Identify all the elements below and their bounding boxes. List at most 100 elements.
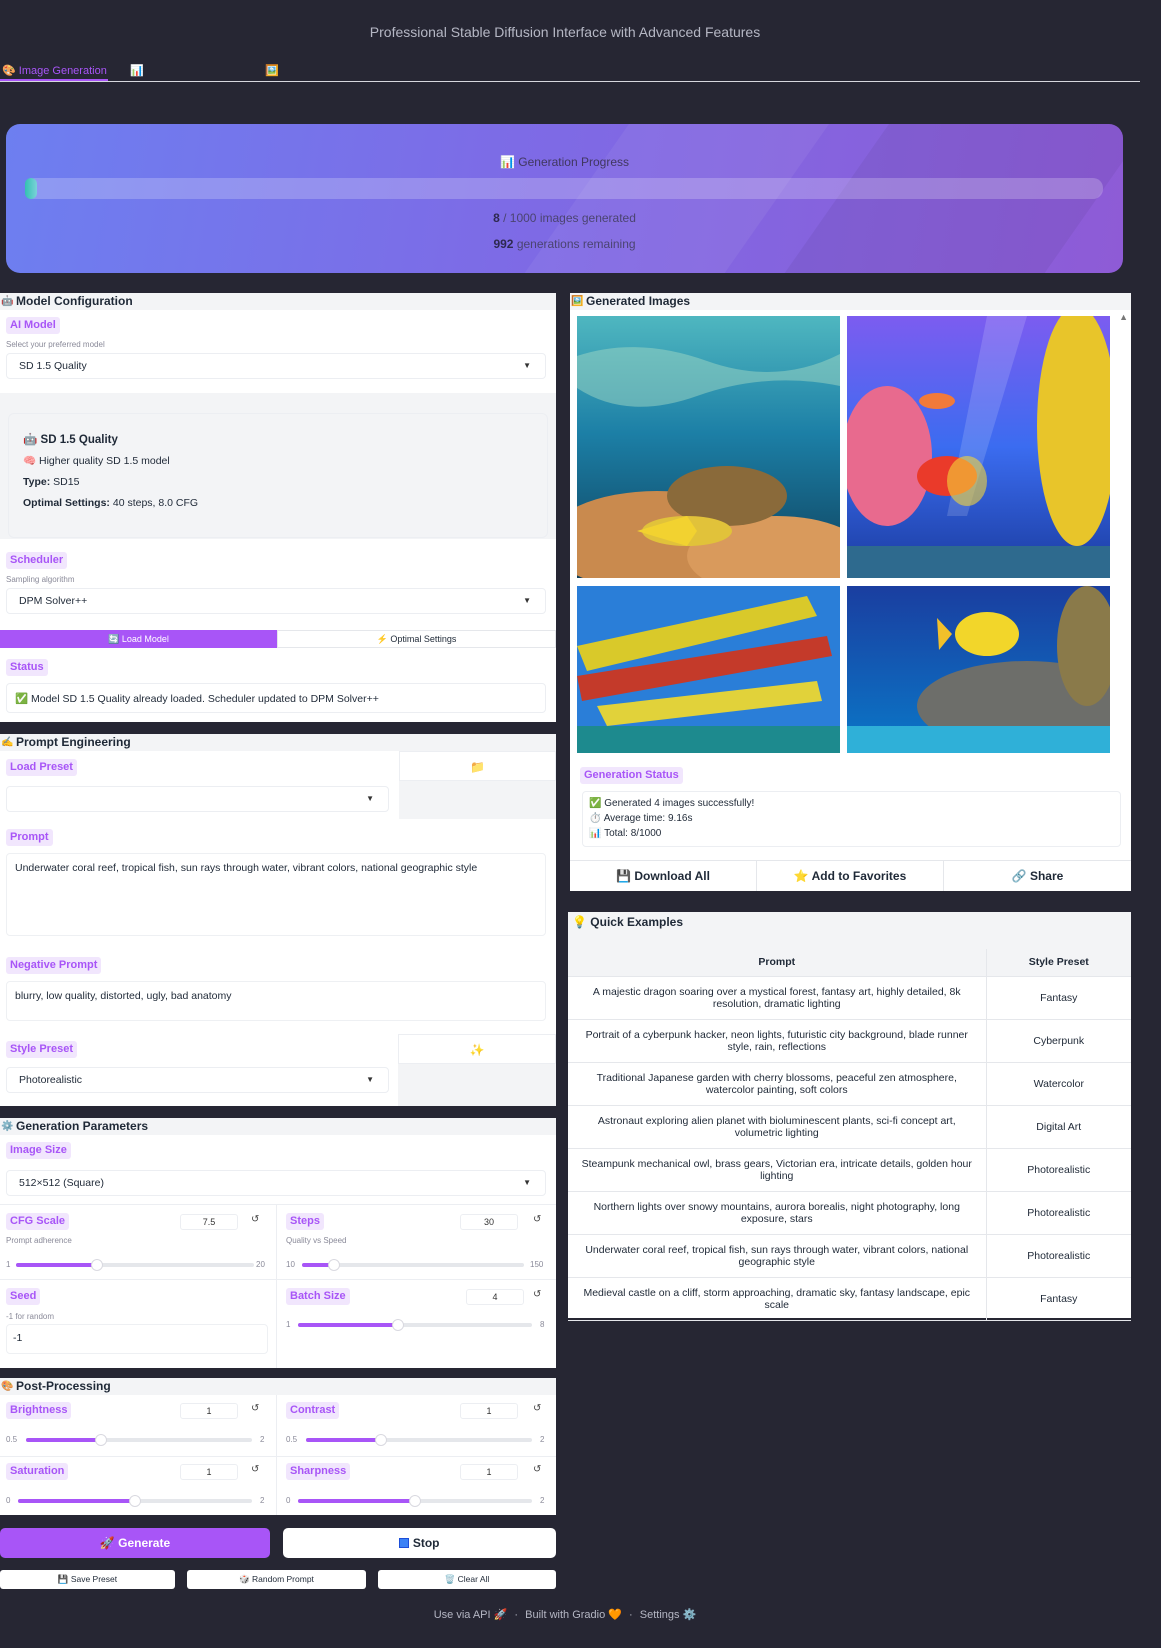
cfg-scale-input[interactable]: 7.5	[180, 1214, 238, 1230]
style-preset-dropdown[interactable]: Photorealistic ▼	[6, 1067, 389, 1093]
example-prompt-cell[interactable]: Medieval castle on a cliff, storm approa…	[568, 1277, 986, 1321]
folder-icon: 📁	[470, 760, 485, 774]
example-prompt-cell[interactable]: Astronaut exploring alien planet with bi…	[568, 1105, 986, 1149]
example-style-cell[interactable]: Photorealistic	[985, 1234, 1131, 1278]
slider-thumb[interactable]	[375, 1434, 388, 1446]
example-style-cell[interactable]: Digital Art	[985, 1105, 1131, 1149]
footer: Use via API 🚀 · Built with Gradio 🧡 · Se…	[433, 1609, 697, 1621]
example-style-cell[interactable]: Cyberpunk	[985, 1019, 1131, 1063]
example-style-cell[interactable]: Watercolor	[985, 1062, 1131, 1106]
table-row[interactable]: A majestic dragon soaring over a mystica…	[568, 976, 1131, 1020]
negative-prompt-textarea[interactable]: blurry, low quality, distorted, ugly, ba…	[6, 981, 546, 1021]
column-header-prompt[interactable]: Prompt	[568, 949, 986, 977]
saturation-slider[interactable]	[18, 1495, 252, 1507]
saturation-input[interactable]: 1	[180, 1464, 238, 1480]
slider-thumb[interactable]	[95, 1434, 108, 1446]
example-style-cell[interactable]: Photorealistic	[985, 1191, 1131, 1235]
lightbulb-icon: 💡	[572, 915, 587, 929]
panel-header: 🤖 Model Configuration	[0, 293, 556, 310]
prompt-textarea[interactable]: Underwater coral reef, tropical fish, su…	[6, 853, 546, 936]
contrast-input[interactable]: 1	[460, 1403, 518, 1419]
sharpness-input[interactable]: 1	[460, 1464, 518, 1480]
sharpness-max: 2	[540, 1496, 545, 1505]
share-button[interactable]: 🔗 Share	[944, 861, 1131, 891]
table-row[interactable]: Astronaut exploring alien planet with bi…	[568, 1105, 1131, 1149]
table-row[interactable]: Northern lights over snowy mountains, au…	[568, 1191, 1131, 1235]
example-prompt-cell[interactable]: A majestic dragon soaring over a mystica…	[568, 976, 986, 1020]
download-all-button[interactable]: 💾 Download All	[570, 861, 756, 891]
sharpness-slider[interactable]	[298, 1495, 532, 1507]
slider-thumb[interactable]	[409, 1495, 421, 1507]
batch-size-slider[interactable]	[298, 1319, 532, 1331]
generated-image-2[interactable]	[847, 316, 1110, 578]
brightness-slider[interactable]	[26, 1434, 252, 1446]
slider-thumb[interactable]	[129, 1495, 141, 1507]
example-prompt-cell[interactable]: Underwater coral reef, tropical fish, su…	[568, 1234, 986, 1278]
reset-icon[interactable]: ↺	[251, 1403, 259, 1414]
steps-slider[interactable]	[302, 1259, 524, 1271]
table-row[interactable]: Steampunk mechanical owl, brass gears, V…	[568, 1148, 1131, 1192]
random-prompt-button[interactable]: 🎲 Random Prompt	[187, 1570, 366, 1589]
example-style-cell[interactable]: Photorealistic	[985, 1148, 1131, 1192]
example-style-cell[interactable]: Fantasy	[985, 976, 1131, 1020]
brightness-label: Brightness	[6, 1402, 72, 1419]
generate-button[interactable]: 🚀 Generate	[0, 1528, 270, 1558]
sparkles-icon: ✨	[469, 1043, 485, 1057]
progress-remaining: 992 generations remaining	[493, 237, 636, 251]
open-folder-button[interactable]: 📁	[399, 751, 556, 781]
reset-icon[interactable]: ↺	[533, 1464, 541, 1475]
brightness-input[interactable]: 1	[180, 1403, 238, 1419]
load-preset-dropdown[interactable]: ▼	[6, 786, 389, 812]
settings-link[interactable]: Settings ⚙️	[640, 1609, 697, 1621]
example-prompt-cell[interactable]: Traditional Japanese garden with cherry …	[568, 1062, 986, 1106]
cfg-scale-slider[interactable]	[16, 1259, 254, 1271]
example-prompt-cell[interactable]: Steampunk mechanical owl, brass gears, V…	[568, 1148, 986, 1192]
palette-icon: 🎨	[2, 65, 16, 77]
generated-image-1[interactable]	[577, 316, 840, 578]
apply-style-button[interactable]: ✨	[398, 1034, 556, 1064]
seed-input[interactable]: -1	[6, 1324, 268, 1354]
scheduler-hint: Sampling algorithm	[6, 575, 75, 584]
model-info-title: 🤖 SD 1.5 Quality	[23, 434, 118, 446]
tab-analytics[interactable]: 📊	[130, 64, 144, 77]
example-style-cell[interactable]: Fantasy	[985, 1277, 1131, 1321]
batch-size-input[interactable]: 4	[466, 1289, 524, 1305]
reset-icon[interactable]: ↺	[251, 1464, 259, 1475]
clear-all-button[interactable]: 🗑️ Clear All	[378, 1570, 556, 1589]
built-with-gradio-link[interactable]: Built with Gradio 🧡	[525, 1609, 622, 1621]
model-info-type: Type: SD15	[23, 476, 80, 488]
save-preset-button[interactable]: 💾 Save Preset	[0, 1570, 175, 1589]
panel-header: ✍️ Prompt Engineering	[0, 734, 556, 751]
table-row[interactable]: Medieval castle on a cliff, storm approa…	[568, 1277, 1131, 1321]
optimal-settings-button[interactable]: ⚡ Optimal Settings	[277, 630, 556, 648]
chart-icon: 📊	[589, 828, 602, 839]
column-header-style-preset[interactable]: Style Preset	[985, 949, 1131, 977]
scheduler-dropdown[interactable]: DPM Solver++ ▼	[6, 588, 546, 614]
generated-image-4[interactable]	[847, 586, 1110, 753]
table-row[interactable]: Underwater coral reef, tropical fish, su…	[568, 1234, 1131, 1278]
reset-icon[interactable]: ↺	[251, 1214, 259, 1225]
use-via-api-link[interactable]: Use via API 🚀	[434, 1609, 508, 1621]
steps-input[interactable]: 30	[460, 1214, 518, 1230]
reset-icon[interactable]: ↺	[533, 1289, 541, 1300]
stop-button[interactable]: Stop	[283, 1528, 556, 1558]
generated-image-3[interactable]	[577, 586, 840, 753]
table-row[interactable]: Traditional Japanese garden with cherry …	[568, 1062, 1131, 1106]
tab-image-generation[interactable]: 🎨 Image Generation	[2, 64, 107, 77]
image-size-dropdown[interactable]: 512×512 (Square) ▼	[6, 1170, 546, 1196]
slider-thumb[interactable]	[327, 1259, 340, 1271]
example-prompt-cell[interactable]: Northern lights over snowy mountains, au…	[568, 1191, 986, 1235]
contrast-slider[interactable]	[306, 1434, 532, 1446]
reset-icon[interactable]: ↺	[533, 1214, 541, 1225]
load-model-button[interactable]: 🔄 Load Model	[0, 630, 277, 648]
slider-thumb[interactable]	[91, 1259, 104, 1271]
slider-thumb[interactable]	[392, 1319, 405, 1331]
tab-gallery[interactable]: 🖼️	[265, 64, 279, 77]
batch-size-label: Batch Size	[286, 1288, 350, 1305]
table-row[interactable]: Portrait of a cyberpunk hacker, neon lig…	[568, 1019, 1131, 1063]
ai-model-dropdown[interactable]: SD 1.5 Quality ▼	[6, 353, 546, 379]
add-to-favorites-button[interactable]: ⭐ Add to Favorites	[757, 861, 943, 891]
reset-icon[interactable]: ↺	[533, 1403, 541, 1414]
example-prompt-cell[interactable]: Portrait of a cyberpunk hacker, neon lig…	[568, 1019, 986, 1063]
scroll-up-icon[interactable]: ▲	[1119, 312, 1128, 322]
